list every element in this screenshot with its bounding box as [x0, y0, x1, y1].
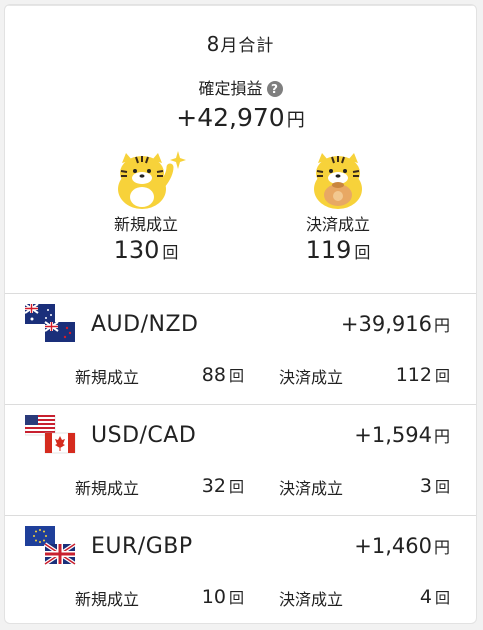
- usa-flag: [25, 415, 56, 436]
- pair-pnl-amount: +39,916: [340, 312, 432, 336]
- pair-pnl: +39,916 円: [341, 312, 450, 336]
- closed-orders-stat: 決済成立 119 回: [273, 149, 403, 264]
- pair-new-number: 88: [201, 364, 226, 386]
- currency-pair-row-aud-nzd[interactable]: AUD/NZD +39,916 円 新規成立 88 回 決済成立 112 回: [5, 294, 476, 404]
- pair-close-label: 決済成立: [279, 479, 344, 498]
- pair-pnl: +1,460 円: [354, 534, 450, 558]
- count-unit: 回: [162, 243, 179, 262]
- currency-pair-row-eur-gbp[interactable]: EUR/GBP +1,460 円 新規成立 10 回 決済成立 4回: [5, 516, 476, 623]
- canada-flag: [44, 432, 76, 454]
- tiger-mascot-sparkle-icon: [118, 151, 186, 209]
- currency-pair-row-usd-cad[interactable]: USD/CAD +1,594 円 新規成立 32 回 決済成立 3回: [5, 405, 476, 515]
- pair-close-count: 4回: [420, 586, 450, 608]
- pair-name: EUR/GBP: [91, 534, 193, 559]
- new-orders-count: 130 回: [81, 236, 211, 264]
- count-unit: 回: [228, 367, 244, 385]
- count-unit: 回: [228, 589, 244, 607]
- eur-gbp-flags-icon: [25, 526, 77, 566]
- pair-close-count: 3回: [420, 475, 450, 497]
- pair-pnl-amount: +1,460: [354, 534, 432, 558]
- usd-cad-flags-icon: [25, 415, 76, 454]
- uk-flag: [43, 542, 77, 566]
- new-orders-label: 新規成立: [113, 215, 178, 234]
- pair-pnl-unit: 円: [433, 316, 450, 335]
- new-zealand-flag: [44, 321, 75, 342]
- count-unit: 回: [434, 589, 450, 607]
- pair-new-number: 32: [201, 475, 226, 497]
- pair-close-number: 3: [419, 475, 432, 497]
- pair-pnl-unit: 円: [433, 427, 450, 446]
- pair-new-label: 新規成立: [75, 590, 140, 609]
- new-orders-stat: 新規成立 130 回: [81, 149, 211, 264]
- count-unit: 回: [434, 367, 450, 385]
- pair-pnl-unit: 円: [433, 538, 450, 557]
- pair-close-label: 決済成立: [279, 590, 344, 609]
- count-unit: 回: [228, 478, 244, 496]
- closed-orders-number: 119: [305, 236, 352, 264]
- pair-name: USD/CAD: [91, 423, 197, 448]
- count-unit: 回: [434, 478, 450, 496]
- help-icon[interactable]: ?: [266, 81, 283, 97]
- monthly-summary-card: 8月合計 確定損益? +42,970 円 新規成立 130 回 決済成立 119…: [4, 4, 477, 624]
- pair-pnl-amount: +1,594: [354, 423, 432, 447]
- pair-close-number: 112: [395, 364, 432, 386]
- realized-pnl-label: 確定損益?: [5, 75, 476, 99]
- month-number: 8: [206, 32, 221, 56]
- closed-orders-count: 119 回: [273, 236, 403, 264]
- month-title: 8月合計: [5, 31, 476, 56]
- top-divider: [5, 5, 476, 6]
- pair-new-count: 10 回: [202, 586, 244, 608]
- month-suffix: 月合計: [220, 36, 275, 56]
- realized-pnl-label-text: 確定損益: [198, 79, 263, 98]
- new-orders-number: 130: [113, 236, 160, 264]
- australia-flag: [25, 304, 55, 324]
- pair-new-label: 新規成立: [75, 368, 140, 387]
- closed-orders-label: 決済成立: [305, 215, 370, 234]
- eu-flag: [25, 526, 55, 546]
- pair-name: AUD/NZD: [91, 312, 199, 337]
- realized-pnl-value: +42,970 円: [5, 103, 476, 132]
- tiger-mascot-coin-icon: [314, 153, 362, 209]
- pair-new-number: 10: [201, 586, 226, 608]
- pair-new-label: 新規成立: [75, 479, 140, 498]
- pair-close-label: 決済成立: [279, 368, 344, 387]
- pnl-unit: 円: [286, 110, 305, 131]
- count-unit: 回: [354, 243, 371, 262]
- pair-new-count: 88 回: [202, 364, 244, 386]
- pair-pnl: +1,594 円: [354, 423, 450, 447]
- pnl-amount: +42,970: [176, 103, 285, 132]
- pair-close-number: 4: [419, 586, 432, 608]
- pair-new-count: 32 回: [202, 475, 244, 497]
- aud-nzd-flags-icon: [25, 304, 75, 342]
- pair-close-count: 112 回: [396, 364, 450, 386]
